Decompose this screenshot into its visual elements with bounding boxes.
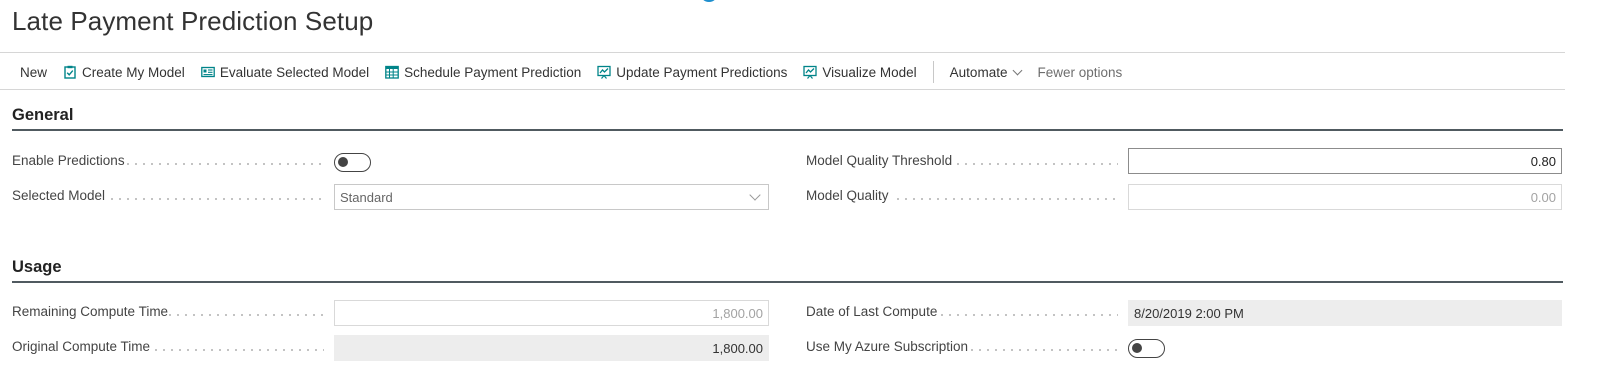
toolbar-bottom-divider [0,89,1565,90]
usage-section-divider [12,281,1563,283]
visualize-model-button[interactable]: Visualize Model [803,64,917,80]
date-of-last-compute-leader [938,314,1118,316]
chart-board-icon [597,65,611,79]
schedule-payment-prediction-label: Schedule Payment Prediction [404,64,582,80]
use-my-azure-subscription-toggle[interactable] [1128,339,1165,358]
date-of-last-compute-field: 8/20/2019 2:00 PM [1128,300,1562,326]
clipboard-check-icon [64,65,76,79]
remaining-compute-time-value: 1,800.00 [712,305,763,321]
model-quality-label: Model Quality [806,188,889,203]
use-my-azure-subscription-leader [968,349,1118,351]
use-my-azure-subscription-label: Use My Azure Subscription [806,339,969,354]
selected-model-dropdown[interactable]: Standard [334,184,769,210]
general-section-title[interactable]: General [12,106,73,125]
chart-board-icon [803,65,818,79]
toggle-knob [338,157,348,167]
calendar-grid-icon [385,65,400,79]
automate-menu-button[interactable]: Automate [949,64,1023,80]
original-compute-time-leader [152,349,324,351]
model-quality-threshold-label: Model Quality Threshold [806,153,953,168]
update-payment-predictions-button[interactable]: Update Payment Predictions [597,65,787,80]
enable-predictions-toggle[interactable] [334,153,371,172]
schedule-payment-prediction-button[interactable]: Schedule Payment Prediction [385,65,581,80]
automate-label: Automate [949,64,1008,80]
model-quality-leader [894,198,1118,200]
model-quality-input[interactable]: 0.00 [1128,184,1562,210]
fewer-options-label: Fewer options [1037,64,1123,80]
selected-model-leader [108,198,324,200]
date-of-last-compute-value: 8/20/2019 2:00 PM [1134,305,1244,321]
remaining-compute-time-input[interactable]: 1,800.00 [334,300,769,326]
enable-predictions-label: Enable Predictions [12,153,125,168]
page-title: Late Payment Prediction Setup [12,6,374,36]
selected-model-value: Standard [340,189,393,205]
usage-section-title[interactable]: Usage [12,258,62,277]
selected-model-label: Selected Model [12,188,106,203]
toolbar-top-divider [0,52,1565,53]
update-payment-predictions-label: Update Payment Predictions [616,64,788,80]
remaining-compute-time-label: Remaining Compute Time [12,304,169,319]
chevron-down-icon [1013,65,1023,75]
evaluate-selected-model-label: Evaluate Selected Model [219,64,370,80]
chevron-down-icon [749,188,761,201]
new-button[interactable]: New [20,65,47,80]
model-quality-threshold-input[interactable]: 0.80 [1128,148,1562,174]
toolbar-separator [932,61,934,83]
visualize-model-label: Visualize Model [822,64,917,80]
original-compute-time-value: 1,800.00 [712,340,763,356]
original-compute-time-label: Original Compute Time [12,339,151,354]
model-quality-value: 0.00 [1530,189,1556,205]
model-quality-threshold-leader [954,163,1118,165]
original-compute-time-field: 1,800.00 [334,335,769,361]
new-button-label: New [20,64,48,80]
create-my-model-button[interactable]: Create My Model [63,65,185,80]
date-of-last-compute-label: Date of Last Compute [806,304,938,319]
remaining-compute-time-leader [166,314,324,316]
enable-predictions-leader [124,163,324,165]
fewer-options-button[interactable]: Fewer options [1037,65,1122,80]
action-bar: New Create My Model Evaluate Selected Mo… [12,60,1138,84]
loading-indicator [700,0,718,2]
create-my-model-label: Create My Model [82,64,185,80]
general-section-divider [12,129,1563,131]
id-card-icon [200,66,215,78]
evaluate-selected-model-button[interactable]: Evaluate Selected Model [200,64,370,80]
model-quality-threshold-value: 0.80 [1530,153,1556,169]
toggle-knob [1132,343,1142,353]
